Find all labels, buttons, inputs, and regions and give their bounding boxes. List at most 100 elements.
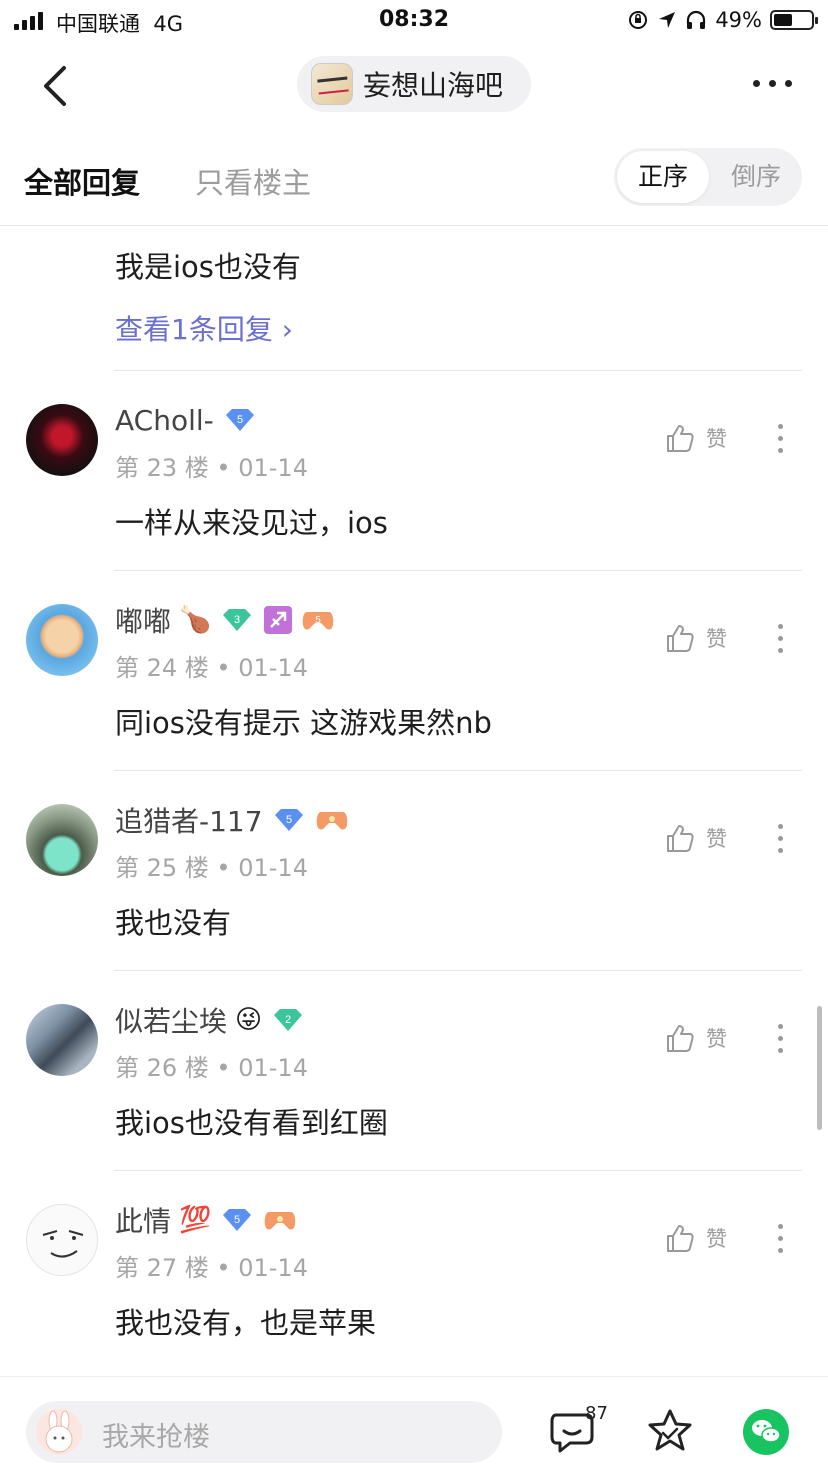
post-date: 01-14 [238, 1054, 308, 1082]
status-bar: 中国联通 4G 08:32 49% [0, 0, 828, 44]
floor-number: 第 24 楼 [115, 654, 209, 682]
username[interactable]: ACholl- [115, 404, 214, 437]
floor-number: 第 27 楼 [115, 1254, 209, 1282]
floor-number: 第 25 楼 [115, 854, 209, 882]
badge-number: 5 [316, 615, 322, 626]
sort-ascending-button[interactable]: 正序 [617, 151, 709, 203]
post-body: 一样从来没见过，ios [115, 506, 388, 540]
bunny-avatar-icon [45, 1410, 73, 1453]
post-more-button[interactable] [778, 424, 783, 453]
post-more-button[interactable] [778, 824, 783, 853]
thumbs-up-icon [667, 825, 694, 852]
like-label: 赞 [706, 1027, 727, 1051]
post-body: 我是ios也没有 [115, 250, 301, 284]
more-options-button[interactable] [753, 80, 792, 87]
post-more-button[interactable] [778, 1024, 783, 1053]
level-number: 5 [234, 1214, 240, 1226]
drumstick-icon: 🍗 [179, 605, 212, 635]
avatar[interactable] [26, 804, 98, 876]
level-gem-icon: 5 [223, 1209, 252, 1231]
battery-icon [770, 10, 818, 30]
like-button[interactable]: 赞 [664, 1022, 727, 1054]
smirk-face-icon [42, 1230, 84, 1258]
avatar[interactable] [26, 1004, 98, 1076]
reply-post[interactable]: 此情 💯 5 第 27 楼 • 01-14 我也没有，也是苹果 赞 [0, 1200, 828, 1400]
level-gem-icon: 5 [225, 409, 254, 431]
winking-face-icon: 😜 [235, 1005, 263, 1035]
username[interactable]: 此情 [115, 1200, 171, 1240]
like-label: 赞 [706, 627, 727, 651]
reply-filter-tabs: 全部回复 只看楼主 正序 倒序 [0, 146, 828, 210]
wechat-share-button[interactable] [743, 1409, 789, 1455]
post-date: 01-14 [238, 1254, 308, 1282]
divider [114, 770, 802, 771]
divider [114, 970, 802, 971]
post-body: 同ios没有提示 这游戏果然nb [115, 706, 492, 740]
forum-name: 妄想山海吧 [363, 69, 504, 102]
post-meta: 第 27 楼 • 01-14 [115, 1254, 308, 1282]
user-avatar [36, 1409, 82, 1455]
location-arrow-icon [659, 12, 676, 28]
level-number: 5 [237, 414, 243, 426]
thumbs-up-icon [667, 425, 694, 452]
thumbs-up-icon [667, 1025, 694, 1052]
sort-descending-button[interactable]: 倒序 [712, 151, 800, 203]
avatar[interactable] [26, 404, 98, 476]
level-number: 5 [286, 814, 292, 826]
post-more-button[interactable] [778, 624, 783, 653]
thumbs-up-icon [667, 1225, 694, 1252]
navigation-bar: 妄想山海吧 [0, 50, 828, 120]
level-number: 3 [234, 614, 240, 626]
forum-title-button[interactable]: 妄想山海吧 [297, 56, 531, 112]
chevron-left-icon [44, 66, 66, 106]
view-replies-link[interactable]: 查看1条回复 › [115, 308, 293, 348]
tab-op-only[interactable]: 只看楼主 [195, 160, 311, 202]
username[interactable]: 似若尘埃 [115, 1000, 227, 1040]
reply-input[interactable]: 我来抢楼 [26, 1401, 502, 1463]
post-more-button[interactable] [778, 1224, 783, 1253]
like-button[interactable]: 赞 [664, 622, 727, 654]
post-meta: 第 25 楼 • 01-14 [115, 854, 308, 882]
like-button[interactable]: 赞 [664, 822, 727, 854]
headphones-icon [687, 10, 706, 29]
level-gem-icon: 2 [274, 1009, 303, 1031]
tab-all-replies[interactable]: 全部回复 [24, 160, 140, 202]
username[interactable]: 嘟嘟 [115, 600, 171, 640]
like-button[interactable]: 赞 [664, 1222, 727, 1254]
orientation-lock-icon [629, 11, 648, 29]
gamepad-badge-icon [316, 812, 347, 830]
level-number: 2 [285, 1014, 291, 1026]
gamepad-badge-icon: 5 [303, 612, 334, 630]
status-icons: 49% [627, 8, 818, 32]
scrollbar[interactable] [817, 1006, 822, 1130]
post-meta: 第 26 楼 • 01-14 [115, 1054, 308, 1082]
post-body: 我也没有，也是苹果 [115, 1306, 377, 1340]
reply-placeholder: 我来抢楼 [102, 1422, 210, 1453]
divider [0, 225, 828, 226]
like-label: 赞 [706, 827, 727, 851]
post-body: 我ios也没有看到红圈 [115, 1106, 388, 1140]
post-body: 我也没有 [115, 906, 232, 940]
floor-number: 第 26 楼 [115, 1054, 209, 1082]
like-label: 赞 [706, 1227, 727, 1251]
avatar[interactable] [26, 604, 98, 676]
thumbs-up-icon [667, 625, 694, 652]
username[interactable]: 追猎者-117 [115, 800, 263, 840]
level-gem-icon: 5 [274, 809, 303, 831]
floor-number: 第 23 楼 [115, 454, 209, 482]
level-gem-icon: 3 [223, 609, 252, 631]
avatar[interactable] [26, 1204, 98, 1276]
favorite-button[interactable] [646, 1407, 694, 1455]
sort-order-toggle: 正序 倒序 [614, 148, 802, 206]
post-date: 01-14 [238, 654, 308, 682]
wechat-icon [752, 1420, 781, 1443]
post-meta: 第 24 楼 • 01-14 [115, 654, 308, 682]
post-date: 01-14 [238, 854, 308, 882]
like-button[interactable]: 赞 [664, 422, 727, 454]
bottom-action-bar: 我来抢楼 87 [0, 1376, 828, 1472]
forum-logo [311, 63, 353, 105]
divider [114, 370, 802, 371]
back-button[interactable] [36, 64, 76, 108]
sagittarius-icon [264, 606, 293, 634]
battery-percent: 49% [715, 8, 762, 32]
